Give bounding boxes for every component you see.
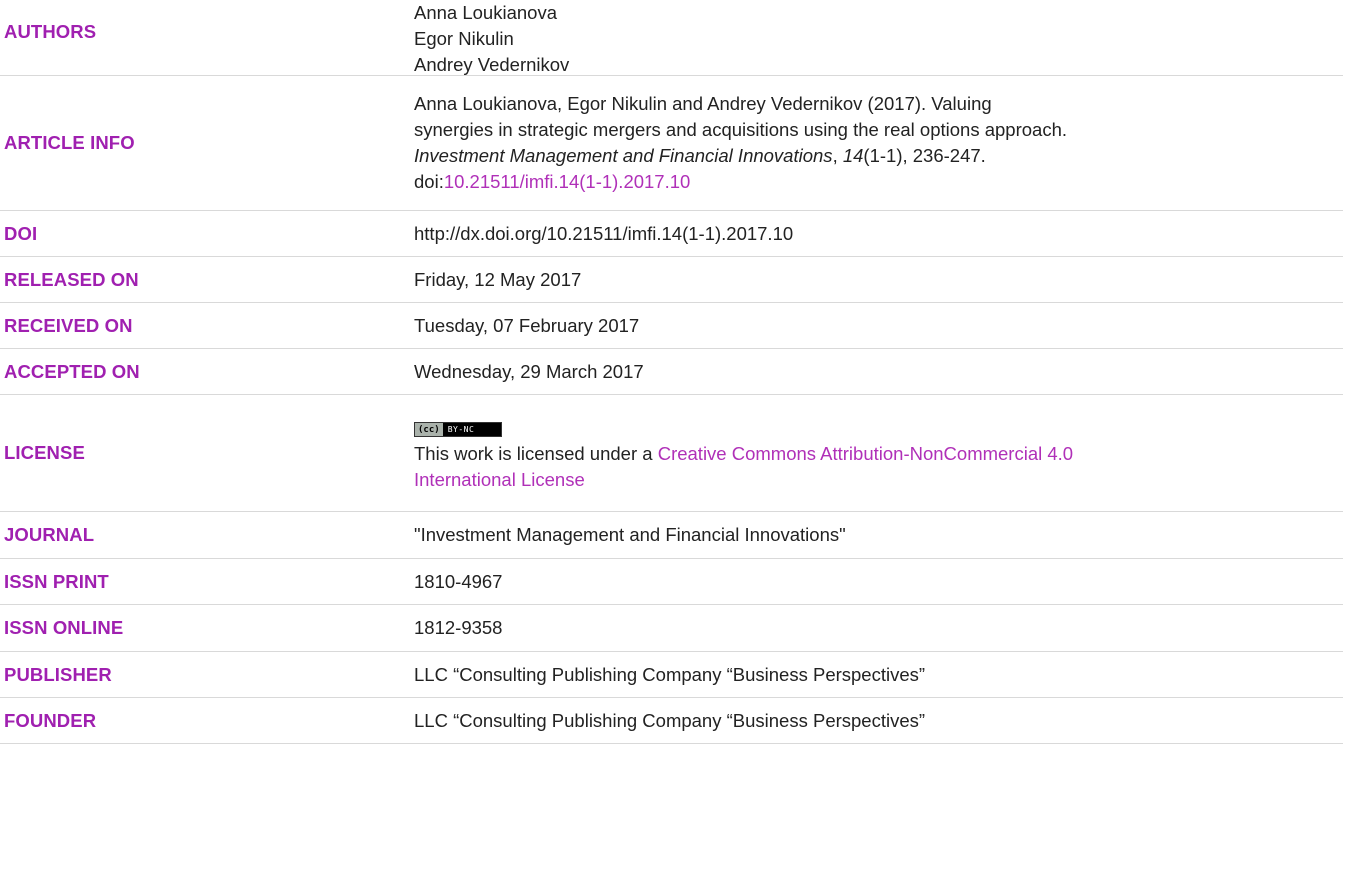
author-name: Egor Nikulin xyxy=(414,28,514,49)
row-accepted-on: ACCEPTED ON Wednesday, 29 March 2017 xyxy=(0,349,1343,395)
issn-print-label: ISSN PRINT xyxy=(4,570,109,592)
row-released-on: RELEASED ON Friday, 12 May 2017 xyxy=(0,257,1343,303)
license-link-continued[interactable]: International License xyxy=(414,467,1343,493)
released-on-value: Friday, 12 May 2017 xyxy=(414,268,582,290)
license-value: (cc) BY-NC This work is licensed under a… xyxy=(414,413,1343,494)
article-citation: Anna Loukianova, Egor Nikulin and Andrey… xyxy=(414,91,1343,195)
citation-source-line: Investment Management and Financial Inno… xyxy=(414,143,1343,169)
citation-doi-prefix: doi: xyxy=(414,171,444,192)
doi-value: http://dx.doi.org/10.21511/imfi.14(1-1).… xyxy=(414,222,794,244)
journal-label: JOURNAL xyxy=(4,524,95,545)
cc-license-badge[interactable]: (cc) BY-NC xyxy=(414,422,502,438)
accepted-on-label: ACCEPTED ON xyxy=(4,360,140,382)
citation-doi-link[interactable]: 10.21511/imfi.14(1-1).2017.10 xyxy=(444,171,691,192)
row-article-info: ARTICLE INFO Anna Loukianova, Egor Nikul… xyxy=(0,76,1343,211)
received-on-value: Tuesday, 07 February 2017 xyxy=(414,314,640,336)
cc-badge-type: BY-NC xyxy=(447,424,475,434)
article-metadata-table: AUTHORS Anna Loukianova Egor Nikulin And… xyxy=(0,0,1343,744)
issn-print-value: 1810-4967 xyxy=(414,570,503,592)
publisher-value: LLC “Consulting Publishing Company “Busi… xyxy=(414,663,926,685)
license-text-prefix: This work is licensed under a xyxy=(414,443,658,465)
citation-line: Anna Loukianova, Egor Nikulin and Andrey… xyxy=(414,93,992,114)
row-received-on: RECEIVED ON Tuesday, 07 February 2017 xyxy=(0,303,1343,349)
released-on-label: RELEASED ON xyxy=(4,268,139,290)
citation-separator: , xyxy=(832,145,843,166)
row-issn-print: ISSN PRINT 1810-4967 xyxy=(0,559,1343,605)
row-issn-online: ISSN ONLINE 1812-9358 xyxy=(0,605,1343,652)
citation-line: synergies in strategic mergers and acqui… xyxy=(414,119,1068,140)
journal-value: "Investment Management and Financial Inn… xyxy=(414,524,846,545)
citation-journal-name: Investment Management and Financial Inno… xyxy=(414,145,833,166)
issn-online-value: 1812-9358 xyxy=(414,617,503,638)
author-name: Anna Loukianova xyxy=(414,2,557,23)
founder-label: FOUNDER xyxy=(4,709,97,731)
authors-list: Anna Loukianova Egor Nikulin Andrey Vede… xyxy=(414,0,1343,78)
publisher-label: PUBLISHER xyxy=(4,663,112,685)
row-authors: AUTHORS Anna Loukianova Egor Nikulin And… xyxy=(0,0,1343,76)
cc-logo-icon: (cc) xyxy=(415,423,444,437)
author-name: Andrey Vedernikov xyxy=(414,54,570,75)
license-label: LICENSE xyxy=(4,442,85,463)
license-text-line: This work is licensed under a Creative C… xyxy=(414,441,1343,467)
citation-issue-pages: (1-1), 236-247. xyxy=(863,145,986,166)
row-publisher: PUBLISHER LLC “Consulting Publishing Com… xyxy=(0,652,1343,698)
row-journal: JOURNAL "Investment Management and Finan… xyxy=(0,512,1343,559)
received-on-label: RECEIVED ON xyxy=(4,314,133,336)
citation-volume: 14 xyxy=(842,145,864,166)
citation-doi-line: doi:10.21511/imfi.14(1-1).2017.10 xyxy=(414,169,1343,195)
doi-label: DOI xyxy=(4,222,38,244)
row-founder: FOUNDER LLC “Consulting Publishing Compa… xyxy=(0,698,1343,744)
row-license: LICENSE (cc) BY-NC This work is licensed… xyxy=(0,395,1343,512)
article-info-label: ARTICLE INFO xyxy=(4,132,135,153)
accepted-on-value: Wednesday, 29 March 2017 xyxy=(414,360,644,382)
row-doi: DOI http://dx.doi.org/10.21511/imfi.14(1… xyxy=(0,211,1343,257)
founder-value: LLC “Consulting Publishing Company “Busi… xyxy=(414,709,926,731)
authors-label: AUTHORS xyxy=(4,21,97,42)
issn-online-label: ISSN ONLINE xyxy=(4,617,124,638)
license-link[interactable]: Creative Commons Attribution-NonCommerci… xyxy=(658,443,1073,464)
